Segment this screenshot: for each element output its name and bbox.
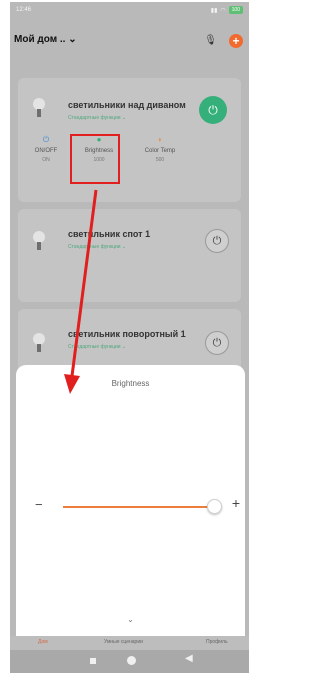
annotation-arrow-icon (64, 189, 98, 394)
